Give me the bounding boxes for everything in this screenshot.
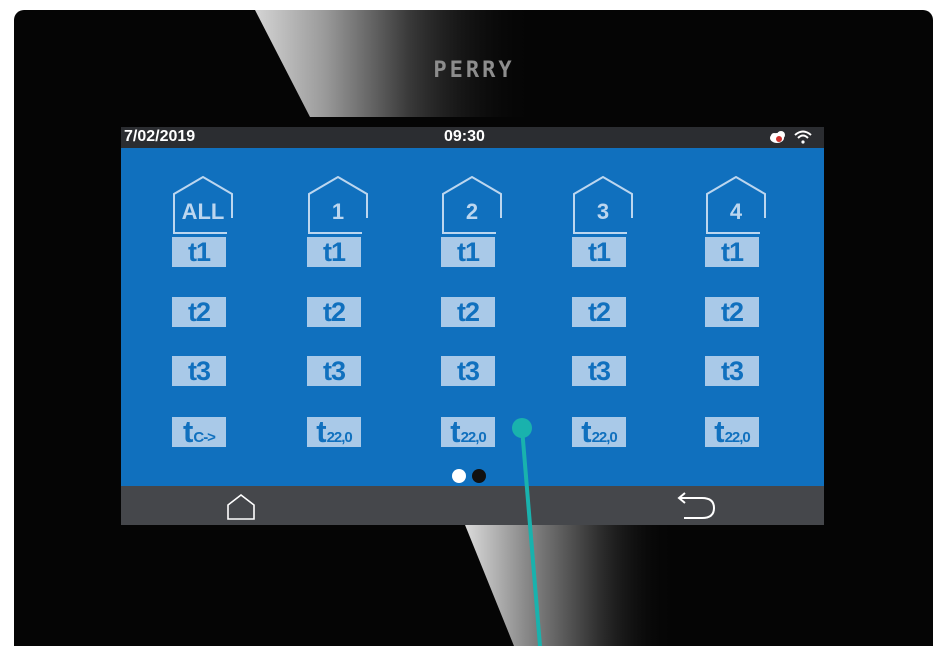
temp-symbol: t bbox=[183, 414, 194, 449]
zone-all-t1-button[interactable]: t1 bbox=[172, 237, 226, 267]
back-arrow-icon[interactable] bbox=[674, 492, 718, 520]
zone-1-t3-button[interactable]: t3 bbox=[307, 356, 361, 386]
zone-4-t3-button[interactable]: t3 bbox=[705, 356, 759, 386]
zone-1-t1-button[interactable]: t1 bbox=[307, 237, 361, 267]
zone-3-t3-button[interactable]: t3 bbox=[572, 356, 626, 386]
zone-label: 4 bbox=[729, 199, 743, 224]
zone-1-temp-button[interactable]: t22,0 bbox=[307, 414, 361, 449]
zone-all-t3-button[interactable]: t3 bbox=[172, 356, 226, 386]
zone-4-t1-button[interactable]: t1 bbox=[705, 237, 759, 267]
zone-all-button[interactable]: ALL bbox=[172, 176, 234, 234]
zone-column-1: 1 t1 t2 t3 t22,0 bbox=[307, 148, 387, 486]
zone-4-temp-button[interactable]: t22,0 bbox=[705, 414, 759, 449]
zone-2-t1-button[interactable]: t1 bbox=[441, 237, 495, 267]
zone-column-all: ALL t1 t2 t3 tC-> bbox=[172, 148, 252, 486]
zone-4-t2-button[interactable]: t2 bbox=[705, 297, 759, 327]
brand-logo: PERRY bbox=[433, 58, 515, 83]
zone-2-temp-button[interactable]: t22,0 bbox=[441, 414, 495, 449]
temp-value: 22,0 bbox=[326, 429, 353, 446]
temp-symbol: t bbox=[714, 414, 725, 449]
thermostat-device: PERRY 7/02/2019 09:30 ALL t1 t2 t3 tC-> … bbox=[14, 10, 933, 646]
cloud-alert-icon bbox=[770, 131, 785, 143]
zone-label: 1 bbox=[331, 199, 345, 224]
zone-label: 3 bbox=[596, 199, 610, 224]
page-dot-active[interactable] bbox=[452, 469, 466, 483]
temp-symbol: t bbox=[581, 414, 592, 449]
temp-symbol: t bbox=[316, 414, 327, 449]
zone-column-3: 3 t1 t2 t3 t22,0 bbox=[572, 148, 652, 486]
zone-3-t2-button[interactable]: t2 bbox=[572, 297, 626, 327]
zone-grid: ALL t1 t2 t3 tC-> 1 t1 t2 t3 t22,0 2 t1 … bbox=[121, 148, 824, 486]
zone-column-2: 2 t1 t2 t3 t22,0 bbox=[441, 148, 521, 486]
zone-label: 2 bbox=[465, 199, 479, 224]
status-time: 09:30 bbox=[444, 128, 485, 145]
status-bar: 7/02/2019 09:30 bbox=[121, 127, 824, 148]
status-date: 7/02/2019 bbox=[124, 128, 196, 145]
zone-2-button[interactable]: 2 bbox=[441, 176, 503, 234]
zone-3-t1-button[interactable]: t1 bbox=[572, 237, 626, 267]
temp-value: 22,0 bbox=[460, 429, 487, 446]
temp-value: C-> bbox=[193, 429, 216, 446]
page-dot[interactable] bbox=[472, 469, 486, 483]
page-indicator bbox=[452, 469, 492, 483]
zone-1-button[interactable]: 1 bbox=[307, 176, 369, 234]
wifi-icon bbox=[794, 130, 812, 144]
zone-all-t2-button[interactable]: t2 bbox=[172, 297, 226, 327]
touch-screen: 7/02/2019 09:30 ALL t1 t2 t3 tC-> 1 t1 t… bbox=[121, 127, 824, 525]
temp-symbol: t bbox=[450, 414, 461, 449]
temp-value: 22,0 bbox=[724, 429, 751, 446]
zone-2-t3-button[interactable]: t3 bbox=[441, 356, 495, 386]
zone-2-t2-button[interactable]: t2 bbox=[441, 297, 495, 327]
zone-all-temp-button[interactable]: tC-> bbox=[172, 414, 226, 449]
zone-column-4: 4 t1 t2 t3 t22,0 bbox=[705, 148, 785, 486]
navigation-bar bbox=[121, 486, 824, 525]
zone-3-button[interactable]: 3 bbox=[572, 176, 634, 234]
zone-label: ALL bbox=[181, 199, 225, 224]
home-icon[interactable] bbox=[226, 493, 256, 521]
status-icons bbox=[768, 129, 814, 145]
zone-3-temp-button[interactable]: t22,0 bbox=[572, 414, 626, 449]
zone-1-t2-button[interactable]: t2 bbox=[307, 297, 361, 327]
zone-4-button[interactable]: 4 bbox=[705, 176, 767, 234]
temp-value: 22,0 bbox=[591, 429, 618, 446]
